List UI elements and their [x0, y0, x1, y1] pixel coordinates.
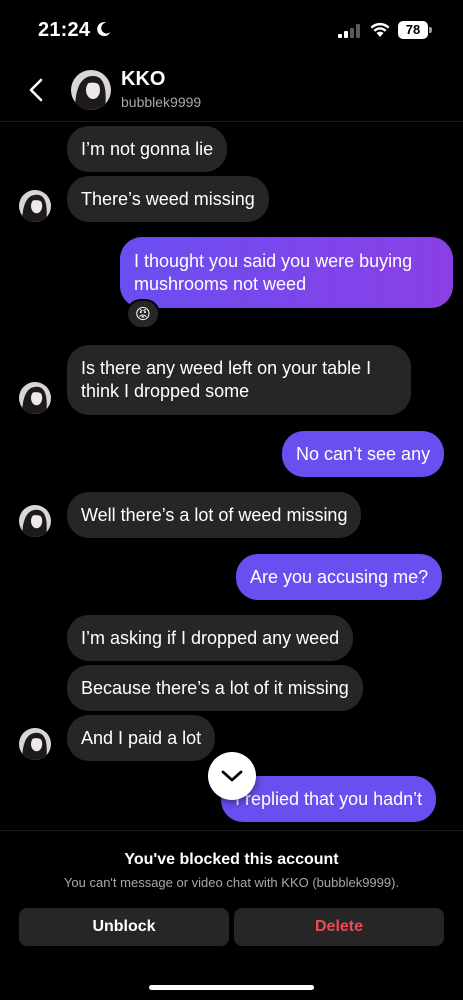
status-time: 21:24	[38, 19, 91, 41]
chat-header: KKO bubblek9999	[0, 60, 463, 122]
avatar[interactable]	[19, 382, 51, 414]
angry-emoji: 😡	[135, 305, 151, 323]
message-bubble-incoming[interactable]: Well there’s a lot of weed missing	[67, 492, 362, 538]
chevron-left-icon[interactable]	[24, 76, 50, 104]
message-bubble-incoming[interactable]: There’s weed missing	[67, 176, 269, 222]
message-bubble-outgoing[interactable]: No can’t see any	[282, 431, 445, 477]
wifi-icon	[370, 22, 390, 37]
unblock-button[interactable]: Unblock	[19, 908, 229, 946]
message-bubble-incoming[interactable]: Because there’s a lot of it missing	[67, 665, 363, 711]
avatar[interactable]	[19, 505, 51, 537]
message-bubble-incoming[interactable]: And I paid a lot	[67, 715, 216, 761]
chevron-down-icon	[221, 770, 243, 782]
message-bubble-outgoing[interactable]: I thought you said you were buying mushr…	[120, 237, 453, 308]
reaction-badge[interactable]: 😡	[126, 299, 160, 329]
signal-icon	[338, 24, 360, 38]
home-indicator	[149, 985, 314, 990]
blocked-panel: You've blocked this account You can't me…	[0, 830, 463, 1000]
message-bubble-incoming[interactable]: I’m asking if I dropped any weed	[67, 615, 354, 661]
blocked-subtitle: You can't message or video chat with KKO…	[63, 875, 400, 890]
contact-handle[interactable]: bubblek9999	[121, 94, 201, 110]
moon-icon	[97, 22, 111, 37]
scroll-to-bottom-button[interactable]	[208, 752, 256, 800]
status-bar: 21:24 78	[0, 0, 463, 60]
message-bubble-incoming[interactable]: I’m not gonna lie	[67, 126, 228, 172]
avatar[interactable]	[71, 70, 111, 110]
contact-name[interactable]: KKO	[121, 68, 165, 91]
battery-icon: 78	[398, 21, 432, 39]
avatar[interactable]	[19, 728, 51, 760]
blocked-title: You've blocked this account	[124, 851, 339, 868]
delete-button[interactable]: Delete	[234, 908, 444, 946]
battery-level: 78	[405, 22, 421, 37]
avatar[interactable]	[19, 190, 51, 222]
message-bubble-incoming[interactable]: Is there any weed left on your table I t…	[67, 345, 411, 415]
message-bubble-outgoing[interactable]: Are you accusing me?	[236, 554, 443, 600]
